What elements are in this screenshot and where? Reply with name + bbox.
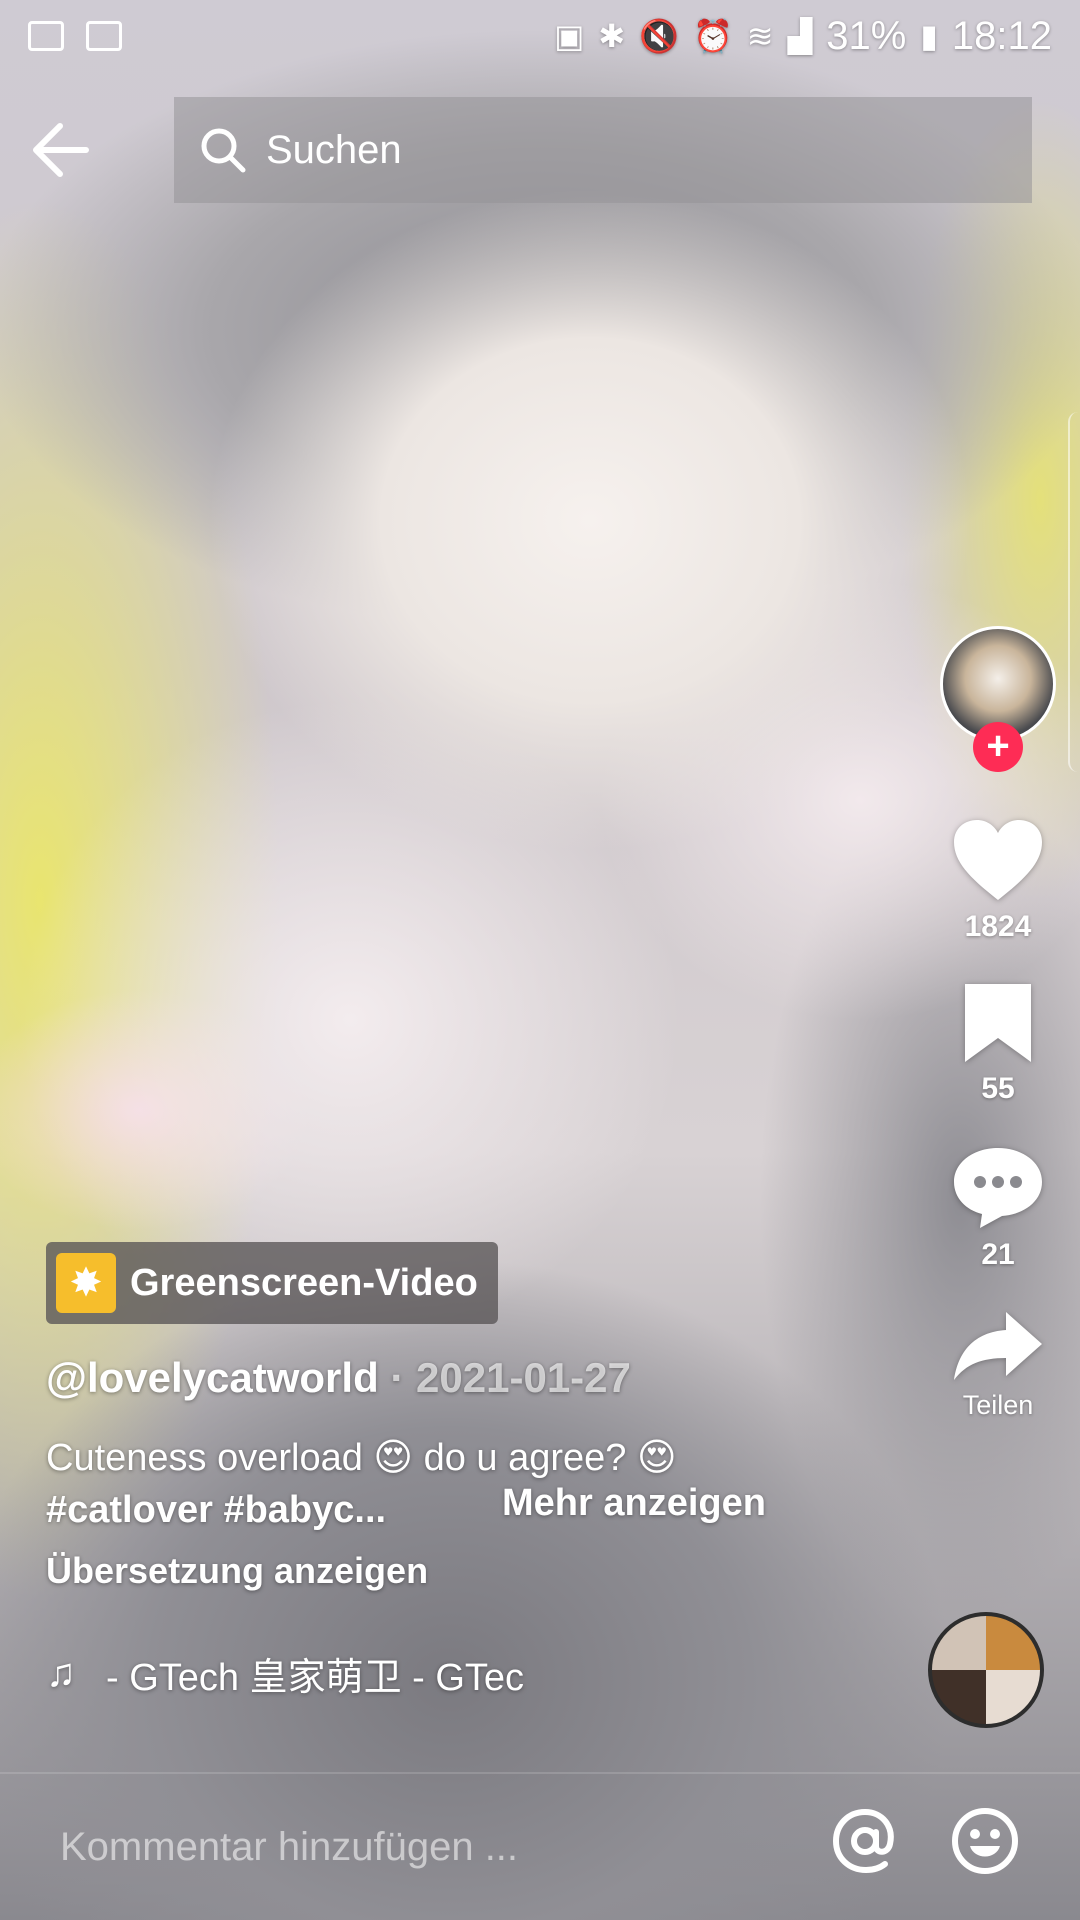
heart-icon bbox=[954, 820, 1042, 900]
sound-title: - GTech 皇家萌卫 - GTec bbox=[106, 1656, 525, 1699]
like-button[interactable]: 1824 bbox=[950, 816, 1046, 944]
smiley-icon bbox=[952, 1808, 1018, 1874]
side-edge-handle[interactable] bbox=[1068, 412, 1080, 772]
share-label: Teilen bbox=[962, 1390, 1034, 1420]
back-button[interactable] bbox=[0, 100, 120, 200]
show-more-button[interactable]: Mehr anzeigen bbox=[502, 1482, 766, 1525]
save-button[interactable]: 55 bbox=[961, 980, 1035, 1106]
video-background[interactable] bbox=[0, 0, 1080, 1920]
music-disc[interactable] bbox=[928, 1612, 1044, 1728]
follow-button[interactable]: + bbox=[973, 722, 1023, 772]
comment-input[interactable]: Kommentar hinzufügen ... bbox=[0, 1774, 1080, 1920]
post-date: 2021-01-27 bbox=[416, 1354, 631, 1401]
signal-icon: ▟ bbox=[787, 18, 813, 54]
comment-icon bbox=[954, 1148, 1042, 1228]
music-note-icon: ♫ bbox=[46, 1650, 76, 1695]
effect-badge[interactable]: ✸ Greenscreen-Video bbox=[46, 1242, 498, 1324]
wifi-icon: ≋ bbox=[746, 18, 774, 54]
caption-text: Cuteness overload 😍 do u agree? 😍 bbox=[46, 1437, 677, 1479]
back-arrow-icon bbox=[33, 123, 89, 177]
folder-icon bbox=[86, 21, 122, 51]
effect-label: Greenscreen-Video bbox=[130, 1261, 478, 1304]
comment-button[interactable]: 21 bbox=[950, 1142, 1046, 1272]
top-bar: Suchen bbox=[0, 96, 1080, 204]
sparkle-icon: ✸ bbox=[56, 1253, 116, 1313]
battery-saver-icon: ▣ bbox=[554, 18, 585, 54]
alarm-icon: ⏰ bbox=[692, 18, 733, 54]
clock: 18:12 bbox=[951, 13, 1052, 58]
author-line: @lovelycatworld · 2021-01-27 bbox=[46, 1354, 631, 1401]
battery-icon: ▮ bbox=[920, 18, 938, 54]
action-rail: + 1824 55 21 Teilen bbox=[938, 626, 1058, 1457]
like-count: 1824 bbox=[964, 910, 1032, 943]
bookmark-icon bbox=[965, 984, 1031, 1062]
translate-button[interactable]: Übersetzung anzeigen bbox=[46, 1550, 428, 1592]
comment-placeholder: Kommentar hinzufügen ... bbox=[60, 1824, 519, 1869]
save-count: 55 bbox=[981, 1072, 1015, 1105]
mention-button[interactable] bbox=[830, 1806, 900, 1881]
search-input[interactable]: Suchen bbox=[174, 97, 1032, 203]
emoji-button[interactable] bbox=[950, 1806, 1020, 1881]
status-bar: ▣ ✱ 🔇 ⏰ ≋ ▟ 31% ▮ 18:12 bbox=[0, 0, 1080, 72]
image-icon bbox=[28, 21, 64, 51]
search-icon bbox=[201, 128, 246, 173]
at-sign-icon bbox=[832, 1808, 894, 1874]
battery-percent: 31% bbox=[826, 13, 907, 58]
search-placeholder: Suchen bbox=[266, 127, 402, 172]
author-avatar-button[interactable]: + bbox=[940, 626, 1056, 772]
comment-count: 21 bbox=[981, 1238, 1015, 1271]
share-button[interactable]: Teilen bbox=[950, 1308, 1046, 1421]
bluetooth-icon: ✱ bbox=[598, 18, 626, 54]
author-name[interactable]: @lovelycatworld bbox=[46, 1354, 379, 1401]
share-arrow-icon bbox=[954, 1312, 1042, 1380]
sound-row[interactable]: ♫ - GTech 皇家萌卫 - GTec bbox=[46, 1648, 586, 1699]
mute-icon: 🔇 bbox=[639, 18, 679, 54]
